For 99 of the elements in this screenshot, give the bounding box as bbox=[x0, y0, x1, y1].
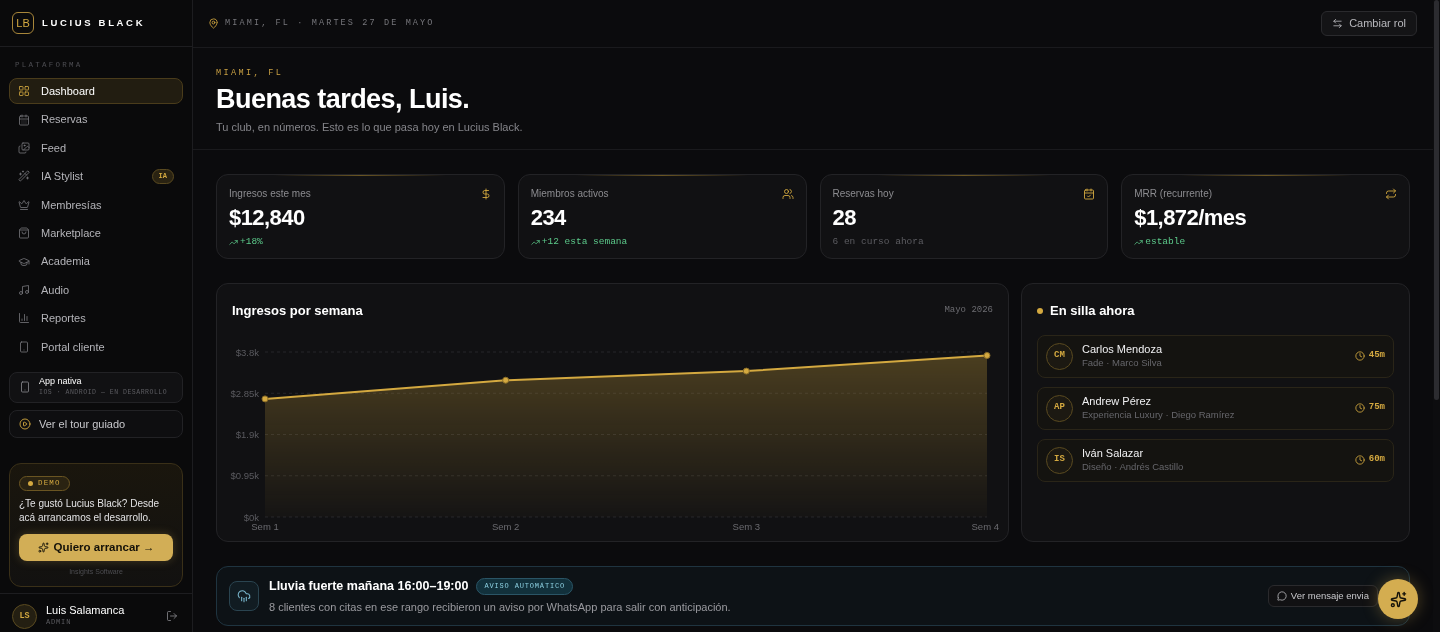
client-avatar: AP bbox=[1046, 394, 1073, 422]
clock-icon bbox=[1354, 403, 1365, 413]
sidebar-item[interactable]: Portal cliente bbox=[9, 333, 183, 360]
sparkle-icon bbox=[37, 542, 49, 553]
brand-name: LUCIUS BLACK bbox=[42, 15, 146, 30]
location-date: MIAMI, FL · MARTES 27 DE MAYO bbox=[225, 17, 435, 30]
y-axis-label: $2.85k bbox=[230, 387, 259, 399]
client-name: Carlos Mendoza bbox=[1082, 343, 1163, 356]
data-point bbox=[983, 351, 991, 359]
scrollbar-thumb[interactable] bbox=[1434, 0, 1439, 400]
view-message-button[interactable]: Ver mensaje envia bbox=[1267, 585, 1378, 607]
kpi-value: 234 bbox=[530, 205, 566, 231]
client-row[interactable]: IS Iván Salazar Diseño · Andrés Castillo 60m bbox=[1037, 438, 1394, 482]
sidebar-item[interactable]: Reservas bbox=[9, 106, 183, 133]
phone-icon bbox=[19, 381, 31, 394]
client-service: Diseño · Andrés Castillo bbox=[1082, 460, 1184, 473]
y-axis-label: $0k bbox=[243, 511, 259, 522]
calendar-icon bbox=[18, 113, 30, 126]
trend-up-icon bbox=[229, 237, 238, 247]
trend-text: +12 esta semana bbox=[530, 235, 628, 250]
graduation-cap-icon bbox=[18, 255, 30, 268]
tour-link[interactable]: Ver el tour guiado bbox=[9, 409, 183, 438]
data-point bbox=[742, 367, 750, 375]
duration-label: 45m bbox=[1354, 349, 1385, 363]
play-icon bbox=[19, 417, 31, 430]
greeting-title: Buenas tardes, Luis. bbox=[216, 82, 470, 115]
images-icon bbox=[18, 142, 30, 155]
sidebar-item[interactable]: Dashboard bbox=[9, 78, 183, 105]
duration-label: 75m bbox=[1354, 401, 1385, 415]
hero-subtitle: Tu club, en números. Esto es lo que pasa hoy en Lucius Black. bbox=[216, 119, 523, 135]
kpi-label: Ingresos este mes bbox=[229, 187, 311, 201]
swap-arrows-icon bbox=[1332, 18, 1344, 29]
client-avatar: IS bbox=[1046, 446, 1073, 474]
trend-text: estable bbox=[1134, 235, 1186, 250]
kpi-label: Reservas hoy bbox=[832, 187, 894, 201]
sparkle-icon bbox=[1389, 590, 1407, 608]
x-axis-label: Sem 4 bbox=[971, 520, 999, 532]
kpi-value: $1,872/mes bbox=[1134, 205, 1247, 231]
trend-up-icon bbox=[530, 237, 540, 247]
x-axis-label: Sem 3 bbox=[732, 520, 761, 532]
clock-icon bbox=[1354, 455, 1365, 465]
hero-eyebrow: MIAMI, FL bbox=[216, 67, 284, 80]
chart-period: Mayo 2026 bbox=[944, 304, 993, 317]
music-note-icon bbox=[18, 284, 30, 296]
user-name: Luis Salamanca bbox=[46, 604, 126, 616]
client-service: Experiencia Luxury · Diego Ramírez bbox=[1082, 408, 1235, 421]
user-avatar: LS bbox=[12, 603, 37, 629]
chart-title: Ingresos por semana bbox=[232, 302, 363, 320]
client-row[interactable]: CM Carlos Mendoza Fade · Marco Silva 45m bbox=[1037, 334, 1394, 378]
logo-mark: LB bbox=[12, 12, 34, 34]
x-axis-label: Sem 1 bbox=[251, 520, 279, 532]
sidebar-item[interactable]: Feed bbox=[9, 135, 183, 162]
sidebar-item[interactable]: Reportes bbox=[9, 305, 183, 332]
users-icon bbox=[781, 187, 794, 200]
client-row[interactable]: AP Andrew Pérez Experiencia Luxury · Diego Ramírez 75m bbox=[1037, 386, 1394, 430]
trend-text: +18% bbox=[229, 235, 263, 250]
calendar-check-icon bbox=[1083, 187, 1096, 200]
logout-button[interactable] bbox=[164, 608, 180, 624]
grid-icon bbox=[18, 85, 30, 98]
magic-wand-icon bbox=[18, 170, 30, 183]
app-card-title: App nativa bbox=[39, 376, 83, 388]
y-axis-label: $0.95k bbox=[230, 469, 259, 481]
shopping-bag-icon bbox=[18, 227, 30, 240]
dollar-icon bbox=[479, 187, 492, 200]
switch-role-button[interactable]: Cambiar rol bbox=[1321, 11, 1417, 36]
kpi-value: $12,840 bbox=[229, 205, 305, 231]
sidebar-item[interactable]: Academia bbox=[9, 248, 183, 275]
data-point bbox=[502, 376, 510, 384]
y-axis-label: $1.9k bbox=[235, 428, 259, 440]
client-name: Iván Salazar bbox=[1082, 447, 1144, 460]
alert-title: Lluvia fuerte mañana 16:00–19:00 bbox=[269, 577, 469, 595]
chat-bubble-icon bbox=[1276, 591, 1287, 601]
demo-text: ¿Te gustó Lucius Black? Desde acá arrancamos el desarrollo. bbox=[19, 497, 161, 525]
phone-icon bbox=[18, 340, 30, 353]
map-pin-icon bbox=[208, 18, 219, 29]
alert-text: 8 clientes con citas en ese rango recibieron un aviso por WhatsApp para salir con anticipación. bbox=[269, 599, 731, 615]
x-axis-label: Sem 2 bbox=[491, 520, 520, 532]
y-axis-label: $3.8k bbox=[235, 346, 259, 357]
data-point bbox=[261, 394, 269, 402]
rain-cloud-icon bbox=[229, 581, 259, 611]
panel-title: En silla ahora bbox=[1050, 302, 1135, 320]
clock-icon bbox=[1354, 351, 1365, 361]
kpi-value: 28 bbox=[832, 205, 856, 231]
start-button[interactable]: Quiero arrancar → bbox=[19, 534, 173, 561]
kpi-label: Miembros activos bbox=[530, 187, 609, 201]
bar-chart-icon bbox=[18, 312, 30, 325]
logout-icon bbox=[166, 610, 178, 622]
client-service: Fade · Marco Silva bbox=[1082, 356, 1162, 369]
sidebar-item[interactable]: Marketplace bbox=[9, 220, 183, 247]
kpi-label: MRR (recurrente) bbox=[1134, 187, 1213, 201]
duration-label: 60m bbox=[1354, 453, 1385, 467]
note-text: 6 en curso ahora bbox=[832, 235, 924, 249]
client-name: Andrew Pérez bbox=[1082, 395, 1152, 408]
sidebar-item[interactable]: Audio bbox=[9, 277, 183, 303]
client-avatar: CM bbox=[1046, 342, 1073, 370]
crown-icon bbox=[18, 198, 30, 211]
trend-up-icon bbox=[1134, 237, 1144, 247]
sidebar-item[interactable]: Membresías bbox=[9, 191, 183, 218]
repeat-icon bbox=[1385, 187, 1397, 200]
